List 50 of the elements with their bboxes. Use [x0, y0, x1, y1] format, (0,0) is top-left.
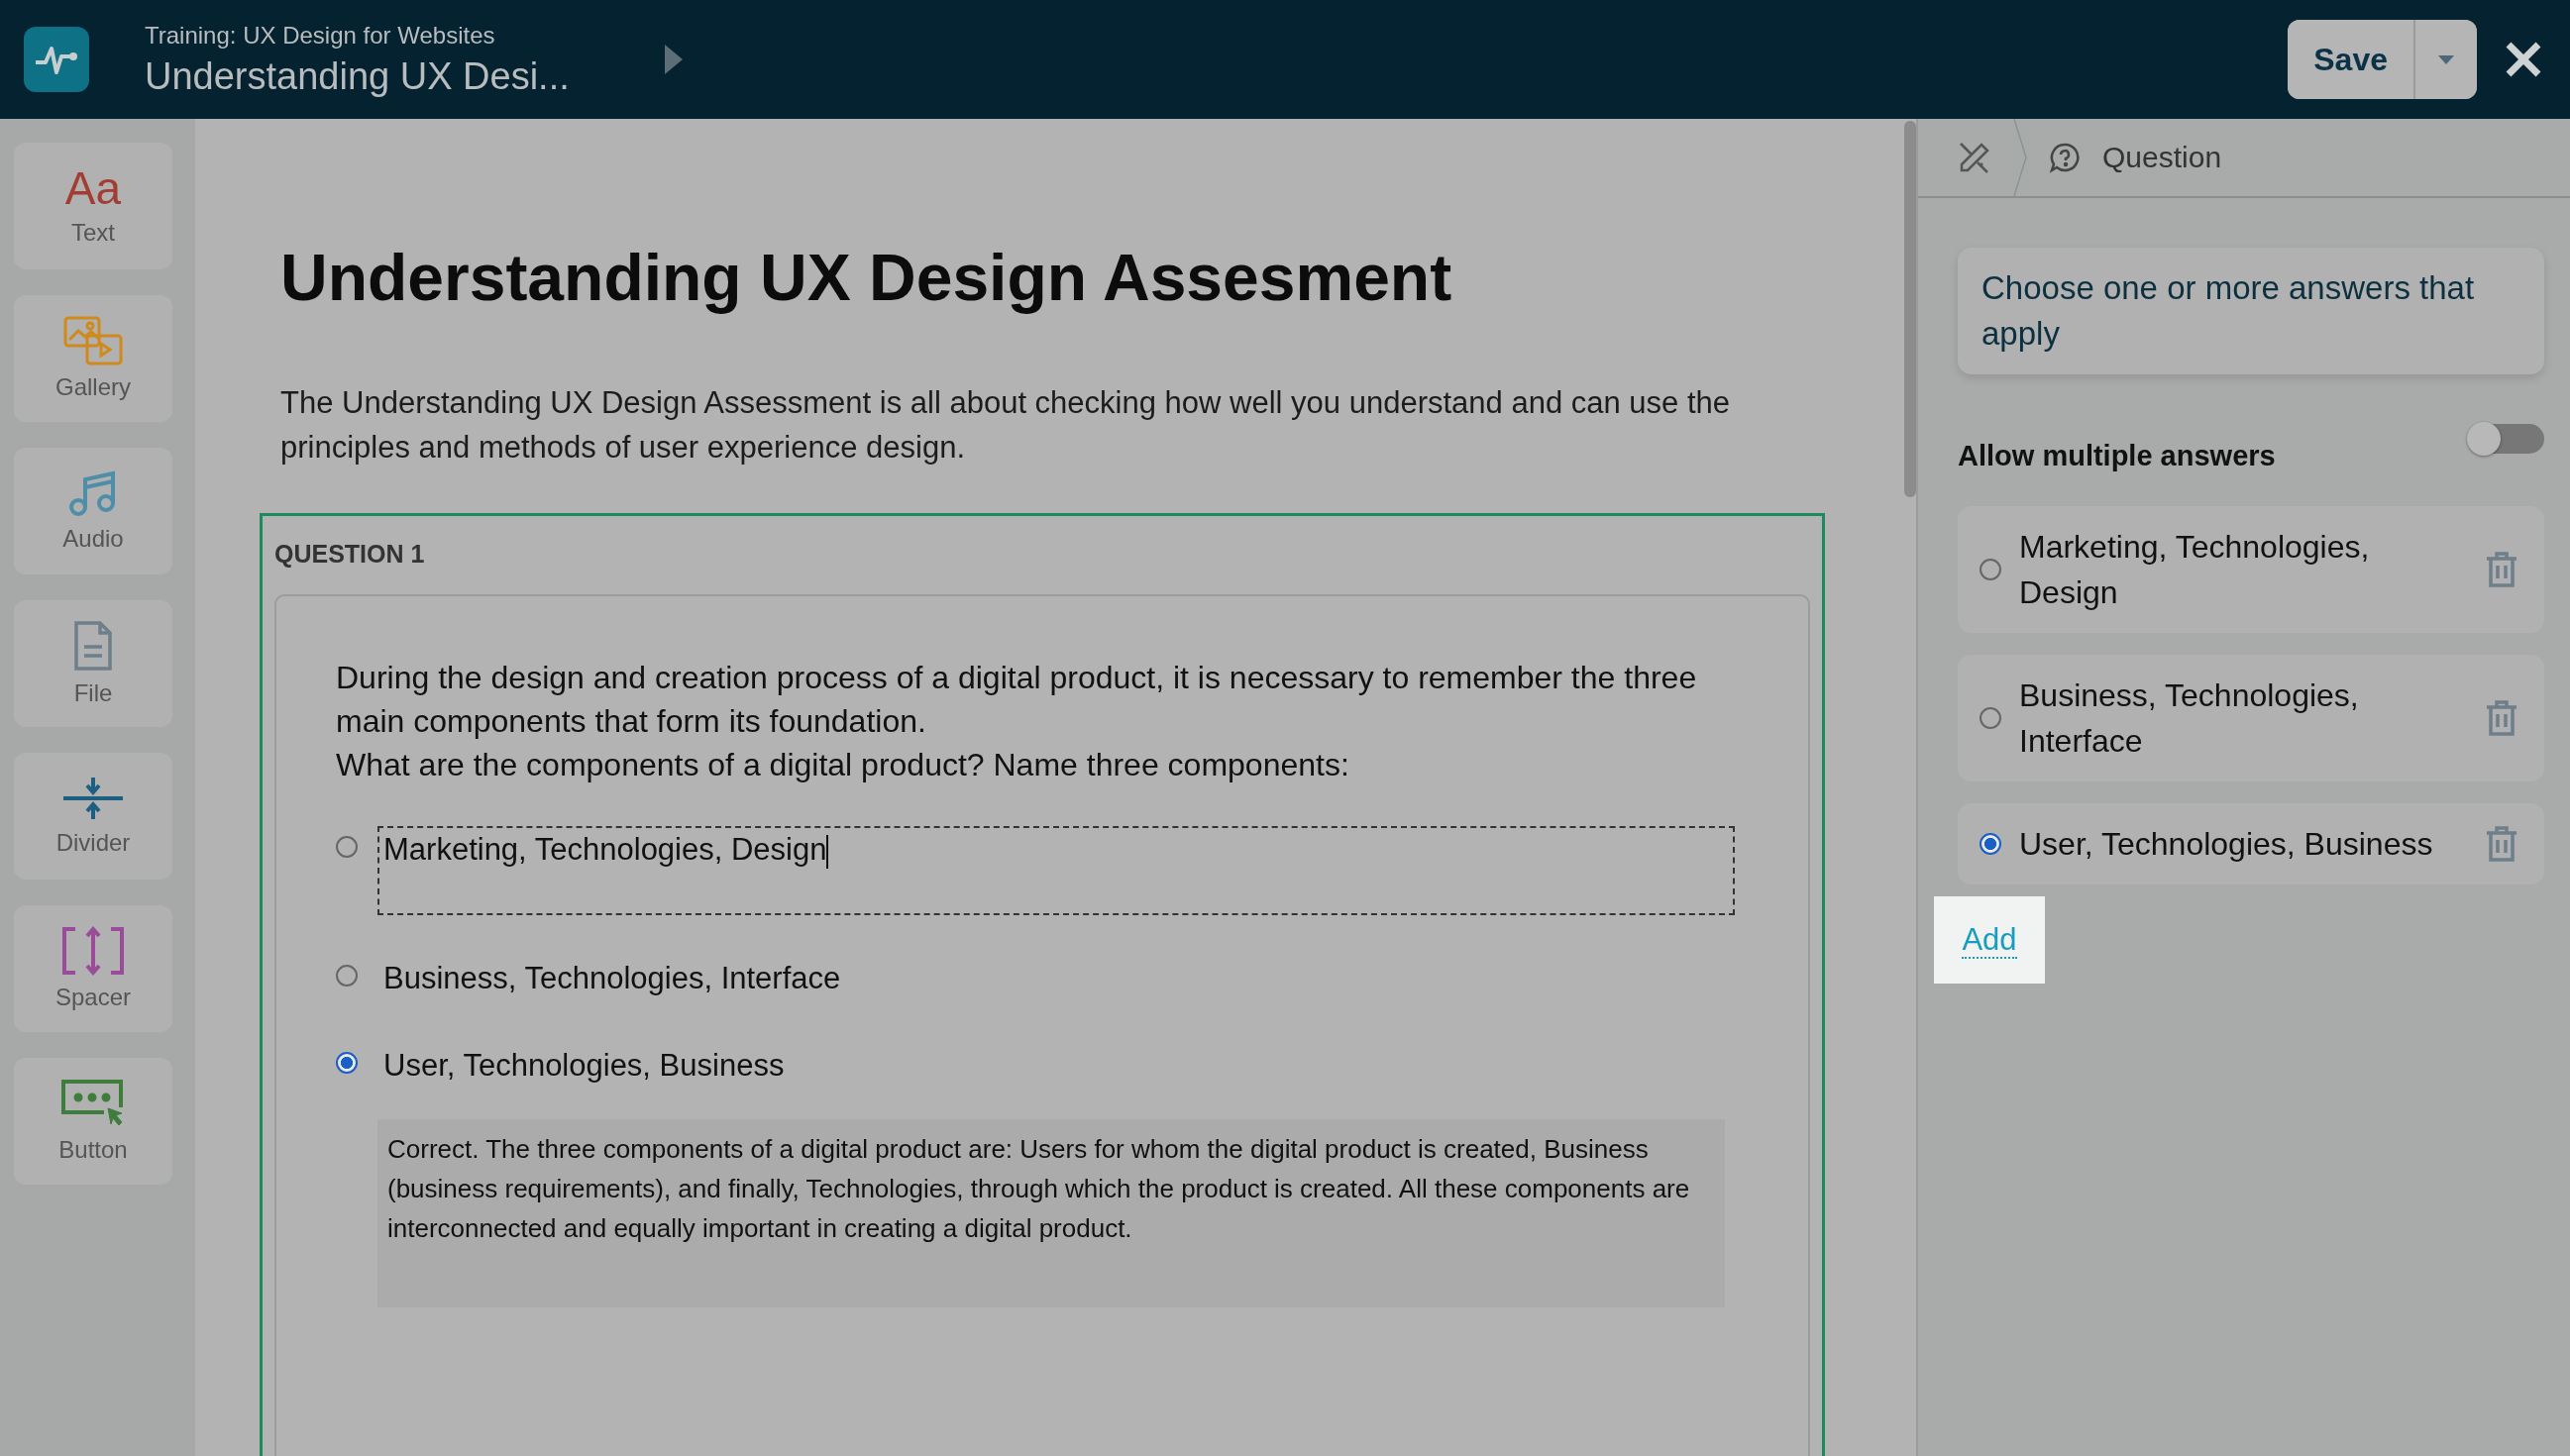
multiple-answers-switch[interactable] [2469, 424, 2544, 454]
instruction-text[interactable]: Choose one or more answers that apply [1958, 248, 2544, 374]
option-text-field[interactable]: Marketing, Technologies, Design [377, 826, 1735, 915]
radio-button[interactable] [336, 965, 358, 987]
answer-text: User, Technologies, Business [2019, 825, 2434, 864]
delete-icon[interactable] [2485, 699, 2518, 737]
tool-button[interactable]: Aa Text [14, 143, 172, 269]
tool-button[interactable]: Button [14, 1058, 172, 1185]
tool-button[interactable]: Spacer [14, 905, 172, 1032]
pencil-ruler-icon[interactable] [1958, 141, 1991, 174]
divider-icon [61, 776, 125, 821]
add-button[interactable]: Add [1934, 896, 2045, 984]
scrollbar-thumb[interactable] [1904, 121, 1916, 497]
intro-paragraph: The Understanding UX Design Assessment is all about checking how well you understand and can use the principles and methods of user experience design. [280, 384, 1732, 467]
delete-icon[interactable] [2485, 551, 2518, 588]
spacer-icon [61, 926, 125, 976]
music-note-icon [68, 469, 118, 517]
option-text: Business, Technologies, Interface [382, 960, 842, 997]
text-tool-icon: Aa [64, 165, 122, 211]
feedback-text: Correct. The three components of a digital product are: Users for whom the digital product is created, Business (business requirements), and finally, Technologies, through which the product is created. All these components are interconnected and equally important in creating a digital product. [377, 1119, 1725, 1307]
save-button[interactable]: Save [2288, 20, 2415, 99]
tool-button[interactable]: Gallery [14, 295, 172, 422]
tool-button[interactable]: Audio [14, 448, 172, 574]
question-label: QUESTION 1 [274, 540, 426, 569]
breadcrumb-label: Question [2102, 141, 2222, 174]
delete-icon[interactable] [2485, 825, 2518, 863]
option-text: User, Technologies, Business [382, 1047, 786, 1085]
radio-button[interactable] [336, 1052, 358, 1074]
radio-button[interactable] [336, 836, 358, 858]
answer-text: Business, Technologies, Interface [2019, 676, 2360, 761]
images-icon [63, 316, 123, 365]
caret-icon [2438, 54, 2454, 64]
document-title: Understanding UX Desi... [145, 54, 570, 98]
question-text: During the design and creation process of a digital product, it is necessary to remember the three main components that form its foundation. [336, 659, 1698, 741]
page-title: Understanding UX Design Assesment [280, 240, 1453, 315]
answer-text: Marketing, Technologies, Design [2019, 528, 2371, 612]
tool-button[interactable]: File [14, 600, 172, 727]
course-title: Training: UX Design for Websites [145, 21, 496, 50]
close-button[interactable] [2505, 41, 2542, 78]
radio-button[interactable] [1980, 707, 2001, 729]
radio-button[interactable] [1980, 559, 2001, 580]
toggle-label: Allow multiple answers [1958, 440, 2276, 472]
button-cursor-icon [60, 1079, 126, 1128]
radio-button[interactable] [1980, 833, 2001, 855]
document-icon [73, 620, 113, 672]
question-bubble-icon [2049, 142, 2081, 173]
tool-button[interactable]: Divider [14, 753, 172, 880]
expand-icon[interactable] [664, 45, 683, 74]
app-logo [24, 27, 89, 92]
question-text: What are the components of a digital product? Name three components: [336, 746, 1350, 784]
